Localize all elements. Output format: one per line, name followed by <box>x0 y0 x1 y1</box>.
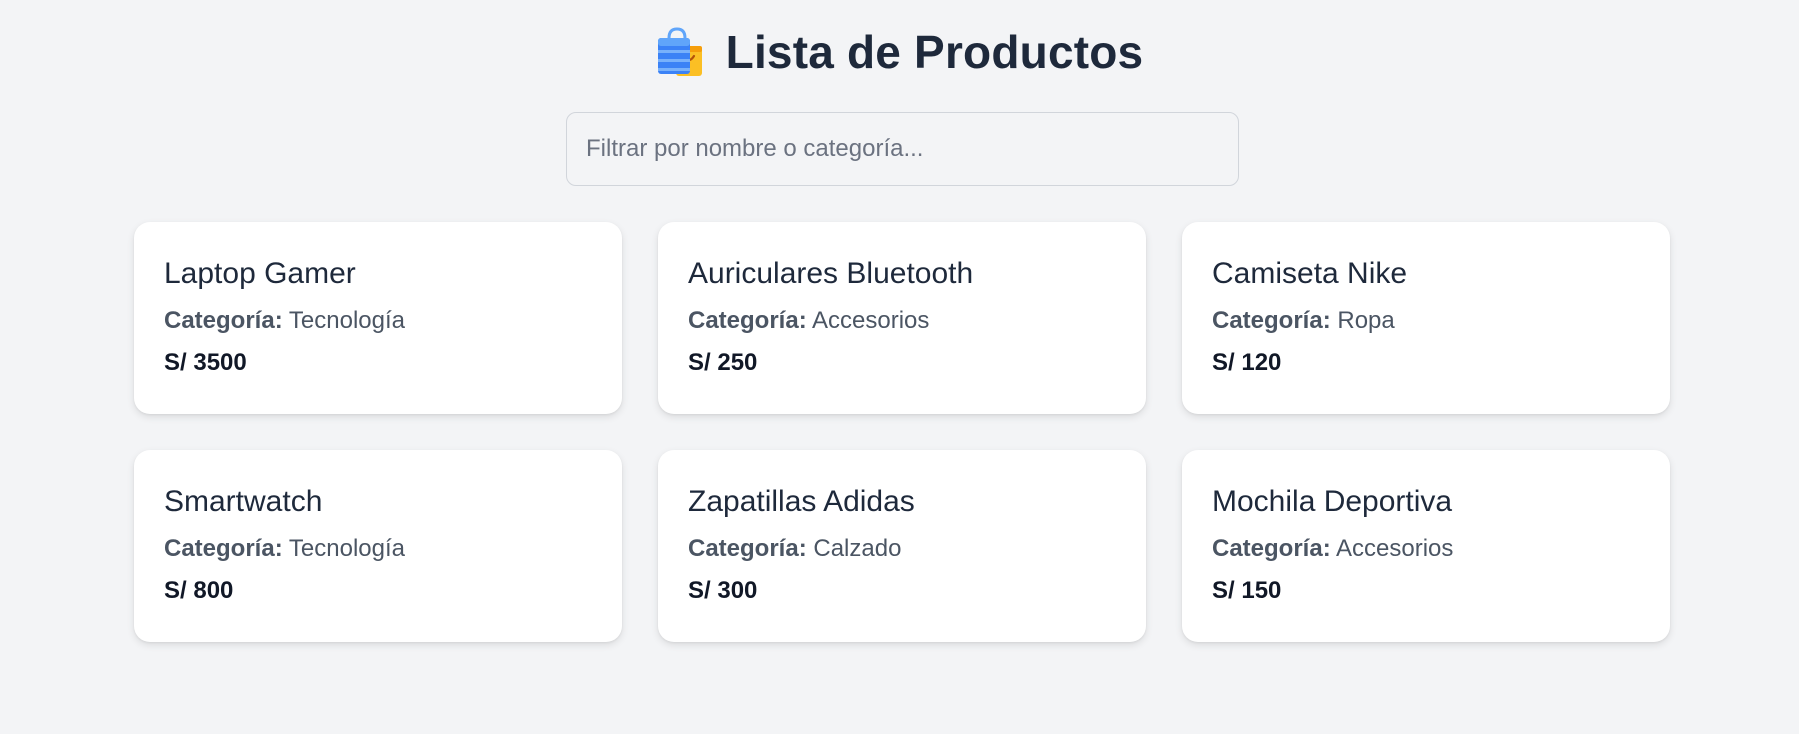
page-title: Lista de Productos <box>725 26 1144 78</box>
category-value: Accesorios <box>1336 535 1454 562</box>
product-card: Smartwatch Categoría: Tecnología S/ 800 <box>134 450 622 642</box>
category-label: Categoría: <box>688 535 807 562</box>
product-card: Laptop Gamer Categoría: Tecnología S/ 35… <box>134 222 622 414</box>
product-name: Camiseta Nike <box>1212 257 1408 290</box>
search-container <box>566 112 1239 186</box>
product-price: S/ 3500 <box>164 349 247 376</box>
page-header: Lista de Productos <box>0 22 1799 82</box>
product-list-page: Lista de Productos Laptop Gamer Categorí… <box>0 0 1799 734</box>
category-value: Calzado <box>813 535 902 562</box>
product-name: Auriculares Bluetooth <box>688 257 974 290</box>
product-category: Categoría: Tecnología <box>164 534 592 564</box>
product-card: Camiseta Nike Categoría: Ropa S/ 120 <box>1182 222 1670 414</box>
product-name: Zapatillas Adidas <box>688 485 915 518</box>
product-category: Categoría: Accesorios <box>688 306 1116 336</box>
product-grid: Laptop Gamer Categoría: Tecnología S/ 35… <box>134 222 1670 642</box>
product-card: Mochila Deportiva Categoría: Accesorios … <box>1182 450 1670 642</box>
product-name: Mochila Deportiva <box>1212 485 1453 518</box>
product-price: S/ 250 <box>688 349 758 376</box>
category-label: Categoría: <box>164 535 283 562</box>
product-price: S/ 800 <box>164 577 234 604</box>
category-value: Tecnología <box>288 535 406 562</box>
category-label: Categoría: <box>1212 307 1331 334</box>
filter-input[interactable] <box>566 112 1239 186</box>
category-value: Accesorios <box>812 307 930 334</box>
product-category: Categoría: Calzado <box>688 534 1116 564</box>
product-category: Categoría: Accesorios <box>1212 534 1640 564</box>
product-price: S/ 300 <box>688 577 758 604</box>
category-label: Categoría: <box>1212 535 1331 562</box>
product-name: Smartwatch <box>164 485 323 518</box>
category-value: Ropa <box>1337 307 1395 334</box>
shopping-bags-icon <box>656 26 704 78</box>
product-category: Categoría: Tecnología <box>164 306 592 336</box>
category-label: Categoría: <box>688 307 807 334</box>
product-price: S/ 120 <box>1212 349 1282 376</box>
category-value: Tecnología <box>288 307 406 334</box>
product-price: S/ 150 <box>1212 577 1282 604</box>
category-label: Categoría: <box>164 307 283 334</box>
product-category: Categoría: Ropa <box>1212 306 1640 336</box>
product-card: Zapatillas Adidas Categoría: Calzado S/ … <box>658 450 1146 642</box>
product-name: Laptop Gamer <box>164 257 356 290</box>
product-card: Auriculares Bluetooth Categoría: Accesor… <box>658 222 1146 414</box>
